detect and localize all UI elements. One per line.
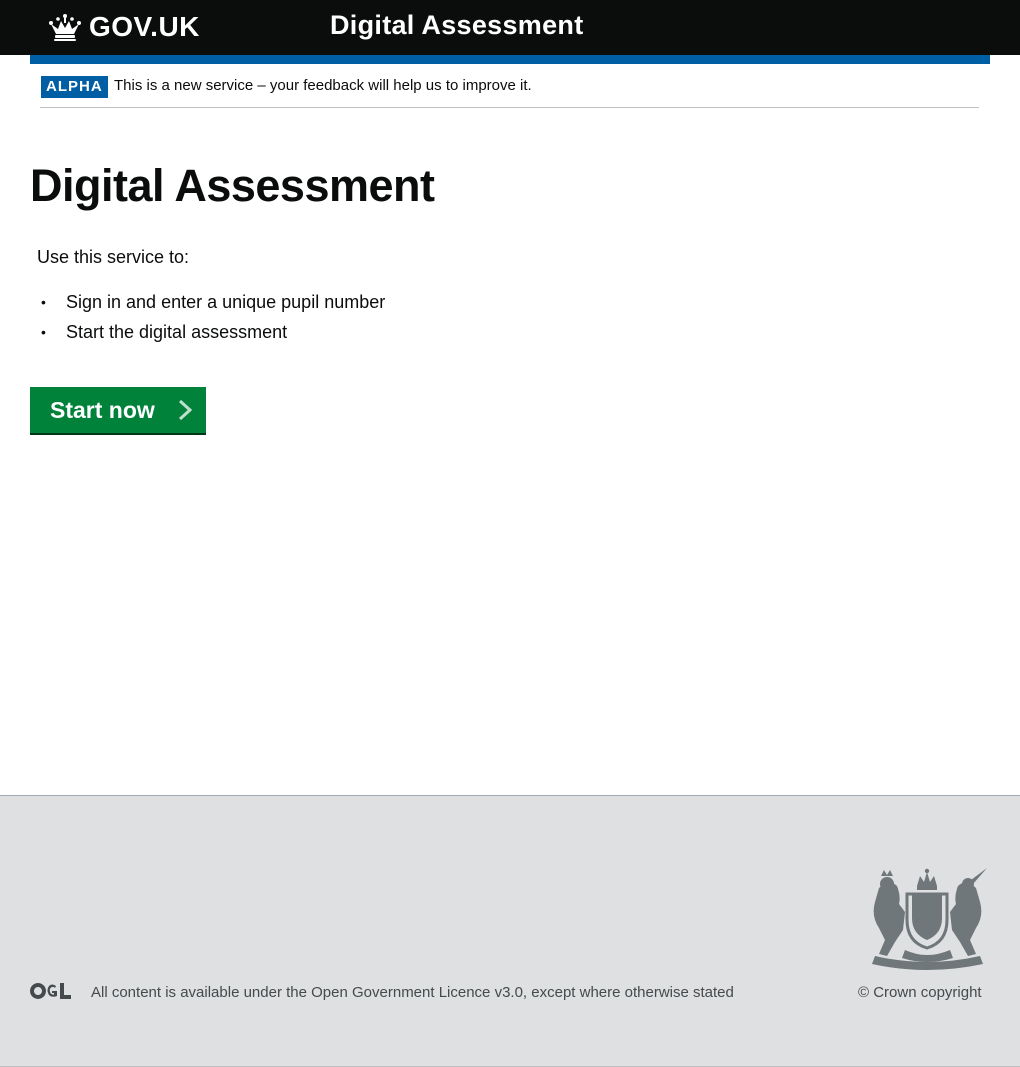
phase-tag: ALPHA <box>41 76 108 98</box>
licence-text: All content is available under the Open … <box>91 984 734 1002</box>
intro-text: Use this service to: <box>37 247 190 267</box>
phase-banner-text: This is a new service – your feedback wi… <box>114 77 532 94</box>
start-now-button[interactable]: Start now <box>30 387 206 433</box>
phase-banner: ALPHA This is a new service – your feedb… <box>40 73 979 108</box>
crown-copyright-link[interactable]: © Crown copyright <box>858 984 982 1002</box>
service-list: Sign in and enter a unique pupil number … <box>37 287 385 347</box>
site-footer: All content is available under the Open … <box>0 795 1020 1067</box>
crown-icon <box>49 14 81 41</box>
chevron-right-icon <box>178 399 193 421</box>
licence-text-content: All content is available under the Open … <box>91 984 734 1001</box>
start-button-label: Start now <box>50 397 155 423</box>
list-item: Start the digital assessment <box>37 317 385 347</box>
govuk-logo-text: GOV.UK <box>89 11 200 42</box>
list-item: Sign in and enter a unique pupil number <box>37 287 385 317</box>
govuk-logo-link[interactable]: GOV.UK <box>47 10 200 44</box>
page-title: Digital Assessment <box>30 160 435 211</box>
ogl-logo-icon <box>30 983 71 999</box>
header-blue-bar <box>30 55 990 64</box>
site-header: GOV.UK Digital Assessment <box>0 0 1020 55</box>
royal-coat-of-arms-icon <box>872 868 987 970</box>
service-name-link[interactable]: Digital Assessment <box>330 10 584 41</box>
